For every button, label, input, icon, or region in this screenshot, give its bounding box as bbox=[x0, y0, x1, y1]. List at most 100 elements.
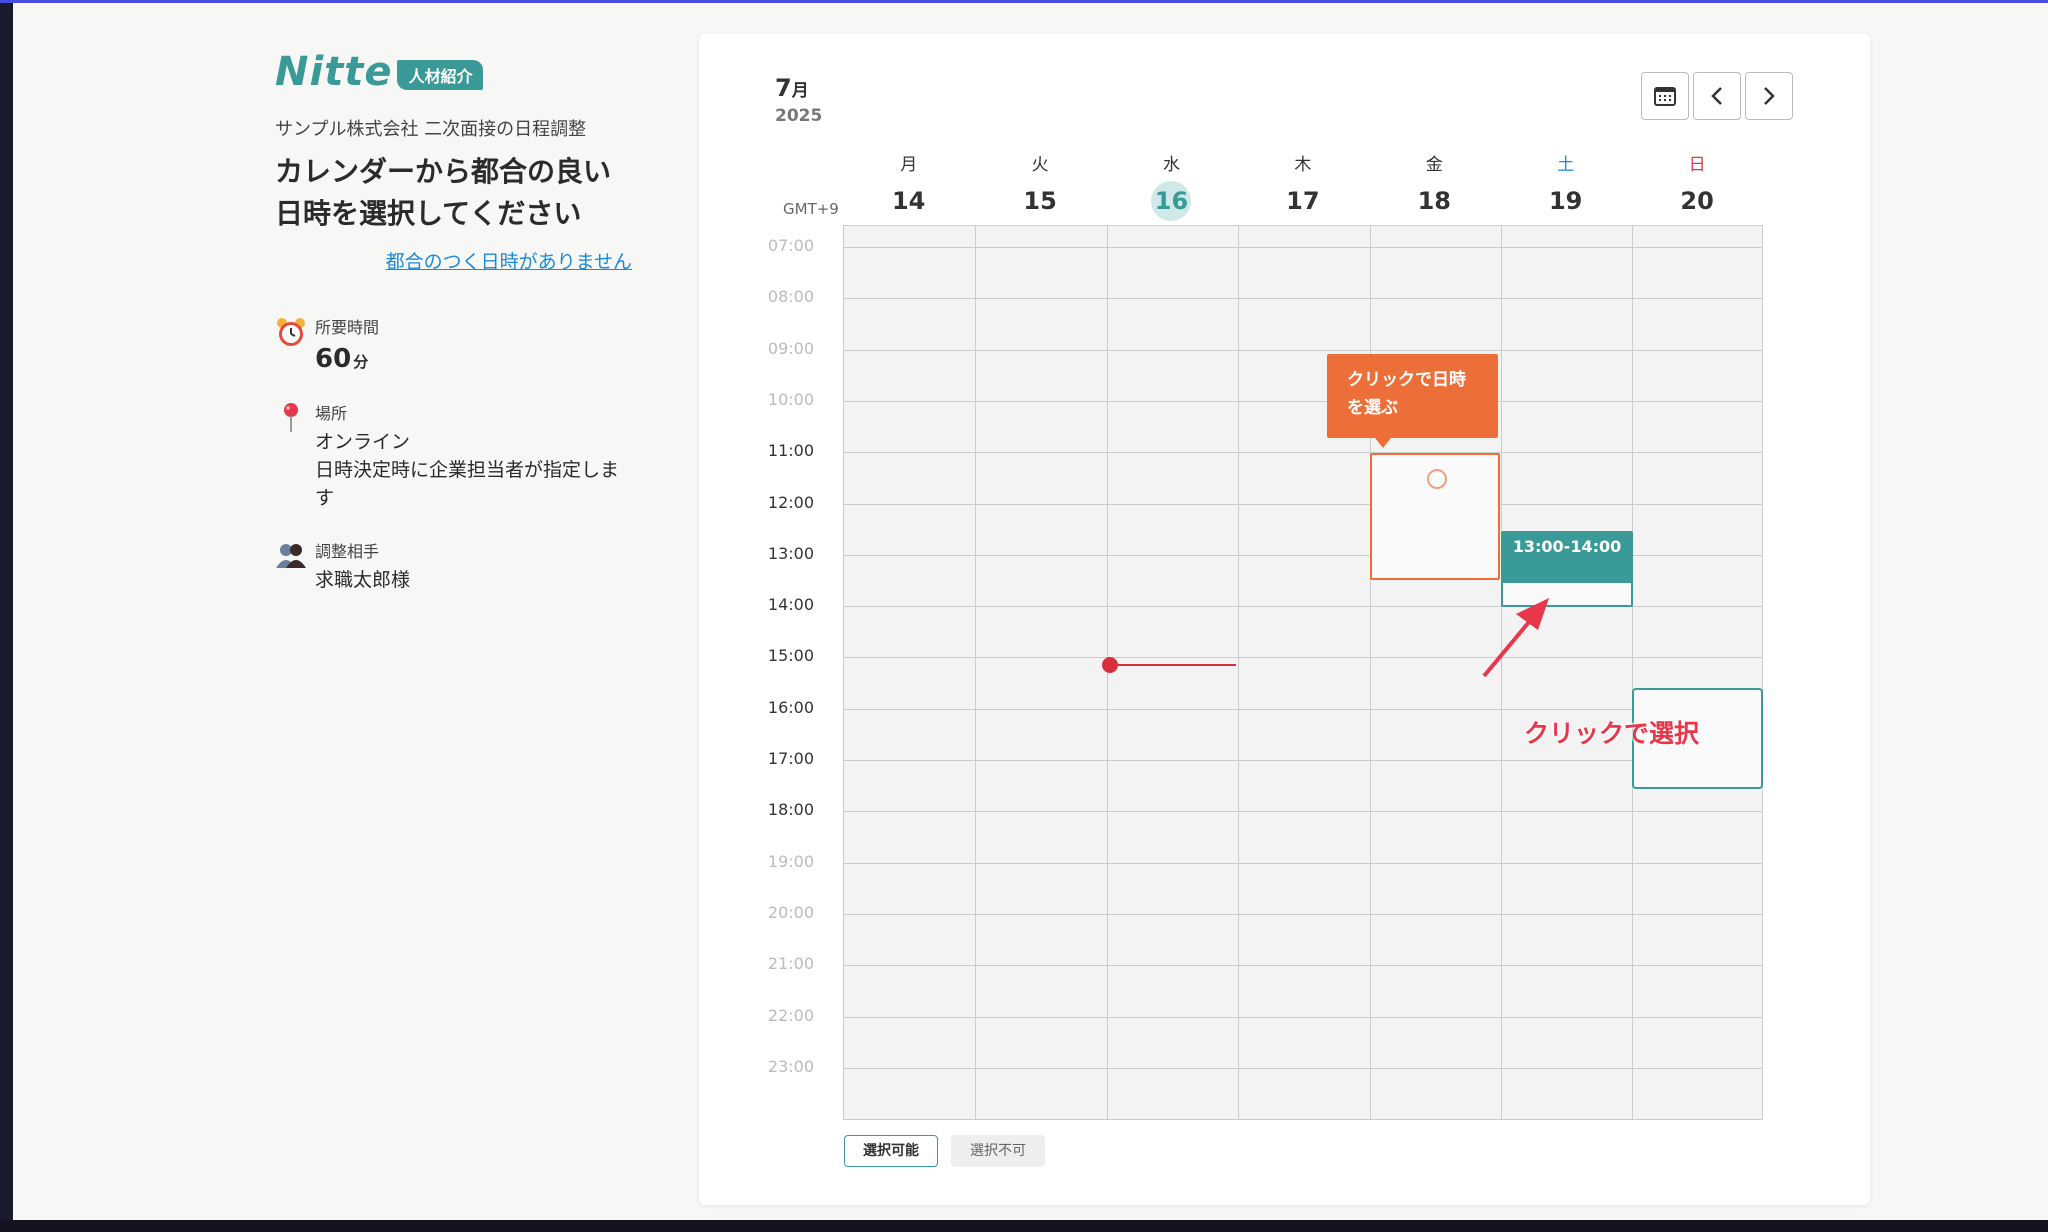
page-title-line2: 日時を選択してください bbox=[275, 197, 582, 230]
tooltip-line2: を選ぶ bbox=[1347, 398, 1398, 418]
hour-line bbox=[844, 1016, 1762, 1018]
day-of-week: 土 bbox=[1557, 155, 1575, 175]
hour-line bbox=[844, 1067, 1762, 1069]
page-background: Nitte 人材紹介 サンプル株式会社 二次面接の日程調整 カレンダーから都合の… bbox=[13, 3, 2048, 1220]
day-number: 14 bbox=[891, 187, 926, 215]
location-line2: 日時決定時に企業担当者が指定しま bbox=[315, 459, 620, 481]
day-column-divider bbox=[1632, 226, 1634, 1119]
location-value: オンライン 日時決定時に企業担当者が指定しま す bbox=[315, 428, 645, 512]
calendar-grid[interactable]: 13:00-14:00 クリックで選択 bbox=[843, 225, 1763, 1120]
tooltip-line1: クリックで日時 bbox=[1347, 370, 1466, 390]
annotation-label: クリックで選択 bbox=[1524, 719, 1700, 748]
location-line1: オンライン bbox=[315, 431, 411, 453]
calendar-card: 7月 2025 GMT+9 月 14 火 15 水 16 木 17 金 18 土… bbox=[699, 34, 1870, 1205]
hour-line bbox=[844, 400, 1762, 402]
time-label: 07:00 bbox=[767, 236, 814, 255]
year-label: 2025 bbox=[775, 106, 823, 126]
hour-line bbox=[844, 657, 1762, 659]
day-header-thu: 木 17 bbox=[1237, 150, 1368, 221]
duration-value: 60 分 bbox=[315, 344, 645, 374]
day-of-week: 水 bbox=[1162, 155, 1180, 175]
time-label: 09:00 bbox=[767, 338, 814, 358]
time-label: 18:00 bbox=[767, 800, 814, 820]
hour-line bbox=[844, 862, 1762, 864]
month-number: 7 bbox=[775, 74, 792, 102]
selected-slot-sat-13[interactable]: 13:00-14:00 bbox=[1501, 531, 1633, 607]
day-of-week: 火 bbox=[1031, 155, 1049, 175]
selected-slot-label: 13:00-14:00 bbox=[1503, 533, 1631, 583]
day-number: 15 bbox=[1023, 187, 1057, 215]
day-number: 19 bbox=[1548, 187, 1583, 215]
hour-line bbox=[844, 503, 1762, 505]
time-label: 15:00 bbox=[767, 646, 814, 666]
time-label: 17:00 bbox=[767, 749, 814, 768]
time-label: 12:00 bbox=[767, 492, 814, 512]
time-label: 21:00 bbox=[767, 954, 814, 974]
day-column-divider bbox=[1501, 226, 1502, 1119]
today-day-number: 16 bbox=[1151, 181, 1192, 221]
hour-line bbox=[844, 247, 1762, 248]
day-number: 18 bbox=[1417, 187, 1451, 215]
duration-number: 60 bbox=[315, 344, 352, 374]
page-title: カレンダーから都合の良い 日時を選択してください bbox=[275, 151, 645, 235]
day-of-week: 金 bbox=[1425, 155, 1443, 175]
location-line3: す bbox=[315, 487, 335, 509]
brand-logo: Nitte 人材紹介 bbox=[275, 47, 645, 97]
month-label: 7月 bbox=[775, 74, 822, 102]
month-header: 7月 2025 bbox=[775, 74, 822, 126]
day-header-wed: 水 16 bbox=[1106, 150, 1237, 221]
annotation-arrow-icon bbox=[1482, 598, 1549, 678]
chevron-right-icon bbox=[1764, 87, 1775, 105]
prev-week-button[interactable] bbox=[1693, 72, 1741, 120]
hour-line bbox=[844, 913, 1762, 915]
circle-icon bbox=[1427, 469, 1447, 489]
day-number: 20 bbox=[1680, 187, 1714, 215]
logo-text: Nitte bbox=[275, 49, 393, 95]
hour-line bbox=[844, 452, 1762, 454]
next-week-button[interactable] bbox=[1745, 72, 1793, 120]
day-header-sun: 日 20 bbox=[1631, 150, 1762, 221]
time-label: 08:00 bbox=[767, 287, 814, 307]
time-label: 13:00 bbox=[767, 543, 814, 563]
map-pin-icon bbox=[284, 403, 298, 432]
time-label: 16:00 bbox=[767, 697, 814, 717]
time-label: 20:00 bbox=[767, 902, 814, 922]
day-column-divider bbox=[1238, 226, 1240, 1119]
available-slot-fri-11[interactable] bbox=[1370, 453, 1500, 580]
duration-info: 所要時間 60 分 bbox=[275, 314, 645, 374]
day-column-divider bbox=[975, 226, 977, 1119]
hour-line bbox=[844, 298, 1762, 300]
time-label: 14:00 bbox=[767, 595, 814, 615]
legend-available: 選択可能 bbox=[844, 1135, 938, 1167]
no-available-time-link[interactable]: 都合のつく日時がありません bbox=[275, 247, 632, 274]
time-label: 22:00 bbox=[767, 1005, 814, 1025]
left-panel: Nitte 人材紹介 サンプル株式会社 二次面接の日程調整 カレンダーから都合の… bbox=[275, 47, 645, 594]
location-info: 場所 オンライン 日時決定時に企業担当者が指定しま す bbox=[275, 400, 645, 512]
day-header-tue: 火 15 bbox=[974, 150, 1105, 221]
duration-unit: 分 bbox=[353, 353, 369, 371]
day-of-week: 日 bbox=[1688, 155, 1706, 175]
hour-line bbox=[844, 965, 1762, 967]
hour-line bbox=[844, 811, 1762, 813]
hour-line bbox=[844, 349, 1762, 351]
duration-label: 所要時間 bbox=[315, 318, 380, 337]
window-bottom-border bbox=[0, 1220, 2048, 1232]
hour-line bbox=[844, 760, 1762, 761]
chevron-left-icon bbox=[1711, 87, 1722, 105]
day-header-mon: 月 14 bbox=[843, 150, 974, 221]
current-time-line bbox=[1110, 664, 1236, 666]
day-header-sat: 土 19 bbox=[1500, 150, 1631, 221]
timezone-label: GMT+9 bbox=[783, 200, 839, 218]
day-of-week: 木 bbox=[1294, 155, 1312, 175]
legend-unavailable: 選択不可 bbox=[951, 1135, 1045, 1167]
calendar-picker-button[interactable] bbox=[1641, 72, 1689, 120]
hour-line bbox=[844, 708, 1762, 710]
page-title-line1: カレンダーから都合の良い bbox=[275, 155, 612, 188]
click-tooltip: クリックで日時 を選ぶ bbox=[1327, 354, 1498, 448]
partner-value: 求職太郎様 bbox=[315, 569, 411, 591]
month-kanji: 月 bbox=[791, 81, 809, 101]
day-number: 17 bbox=[1286, 187, 1320, 215]
calendar-icon bbox=[1654, 87, 1676, 106]
company-line: サンプル株式会社 二次面接の日程調整 bbox=[275, 119, 587, 140]
partner-label: 調整相手 bbox=[315, 542, 380, 561]
